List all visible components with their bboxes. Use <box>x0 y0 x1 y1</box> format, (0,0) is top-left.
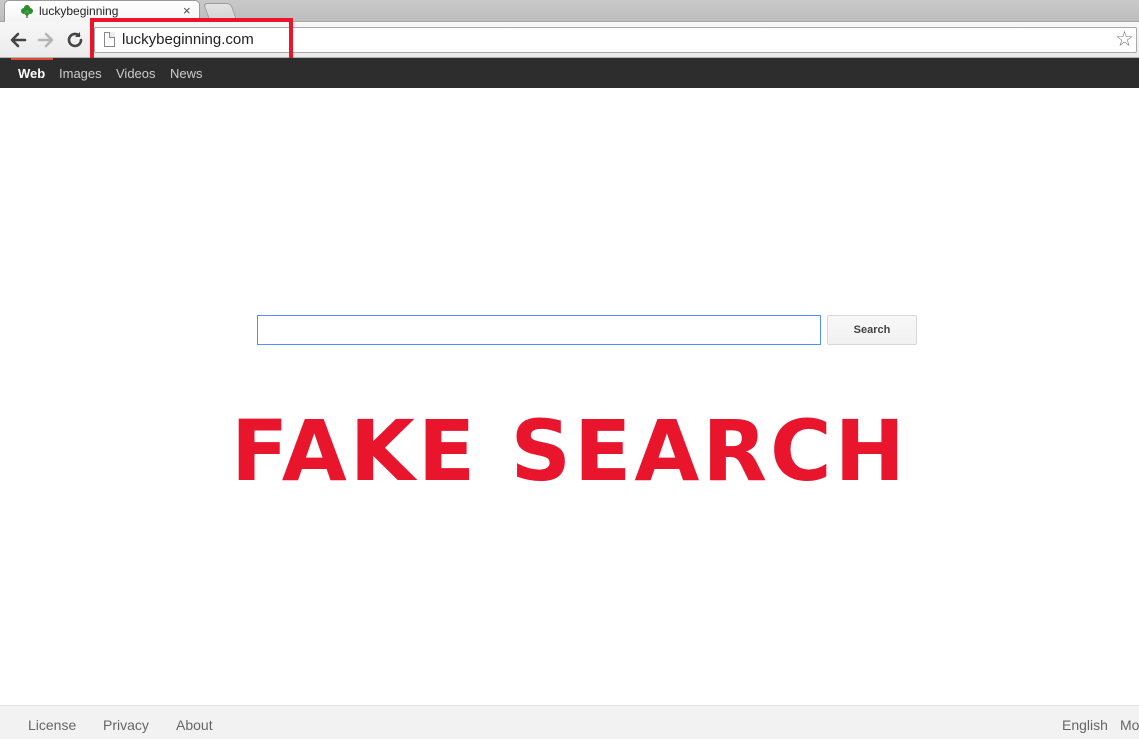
footer-about-link[interactable]: About <box>176 717 213 733</box>
url-text[interactable]: luckybeginning.com <box>122 31 254 48</box>
footer-privacy-link[interactable]: Privacy <box>103 717 149 733</box>
forward-arrow-icon[interactable] <box>35 29 57 51</box>
clover-favicon-icon <box>21 5 33 18</box>
site-nav-bar: Web Images Videos News <box>0 58 1139 88</box>
nav-videos[interactable]: Videos <box>116 66 156 81</box>
close-tab-icon[interactable]: × <box>183 3 191 19</box>
tab-title: luckybeginning <box>39 4 119 18</box>
nav-news[interactable]: News <box>170 66 203 81</box>
search-button[interactable]: Search <box>827 315 917 345</box>
footer-more-link[interactable]: Mo <box>1120 717 1139 733</box>
browser-tab-strip: luckybeginning × <box>0 0 1139 22</box>
nav-images[interactable]: Images <box>59 66 102 81</box>
browser-tab[interactable]: luckybeginning × <box>4 0 200 22</box>
browser-toolbar: luckybeginning.com ☆ <box>0 22 1139 58</box>
footer-language-link[interactable]: English <box>1062 717 1108 733</box>
footer: License Privacy About English Mo <box>0 705 1139 739</box>
reload-icon[interactable] <box>64 29 86 51</box>
star-icon[interactable]: ☆ <box>1115 28 1134 52</box>
search-input[interactable] <box>257 315 821 345</box>
back-arrow-icon[interactable] <box>7 29 29 51</box>
footer-license-link[interactable]: License <box>28 717 76 733</box>
page-icon <box>104 32 115 47</box>
fake-search-label: FAKE SEARCH <box>231 402 908 500</box>
address-bar[interactable]: luckybeginning.com ☆ <box>94 27 1137 53</box>
new-tab-button[interactable] <box>202 3 238 20</box>
active-tab-indicator <box>11 58 53 60</box>
nav-web[interactable]: Web <box>18 66 45 81</box>
